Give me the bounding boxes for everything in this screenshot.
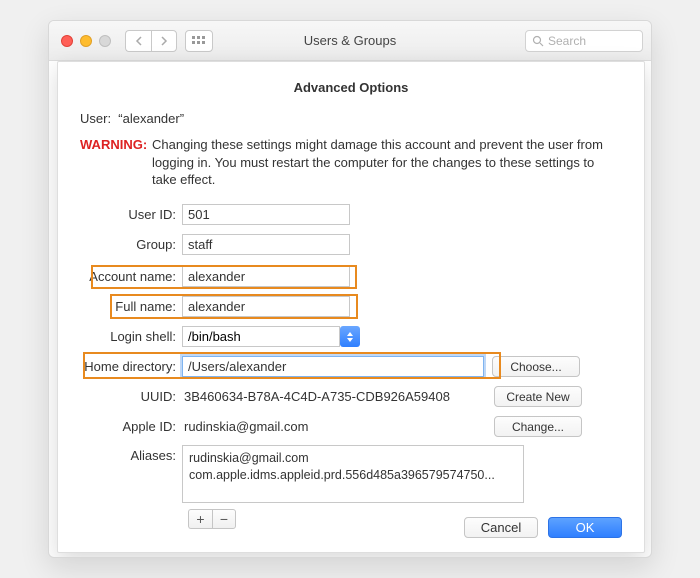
label-full-name: Full name: — [80, 299, 182, 314]
apple-id-value: rudinskia@gmail.com — [182, 419, 486, 434]
row-user-id: User ID: — [80, 203, 622, 227]
grid-icon — [192, 36, 206, 46]
warning-text: Changing these settings might damage thi… — [152, 136, 622, 189]
minimize-icon[interactable] — [80, 35, 92, 47]
row-group: Group: — [80, 233, 622, 257]
label-aliases: Aliases: — [80, 445, 182, 463]
sheet-title: Advanced Options — [80, 80, 622, 95]
label-apple-id: Apple ID: — [80, 419, 182, 434]
change-button[interactable]: Change... — [494, 416, 582, 437]
label-login-shell: Login shell: — [80, 329, 182, 344]
label-user-id: User ID: — [80, 207, 182, 222]
home-directory-input[interactable] — [182, 356, 484, 377]
uuid-value: 3B460634-B78A-4C4D-A735-CDB926A59408 — [182, 389, 486, 404]
chevron-left-icon — [135, 36, 143, 46]
label-uuid: UUID: — [80, 389, 182, 404]
row-full-name: Full name: — [80, 295, 622, 319]
alias-item-2[interactable]: com.apple.idms.appleid.prd.556d485a39657… — [189, 467, 517, 484]
form-area: User ID: Group: Account name: — [80, 203, 622, 529]
user-value: “alexander” — [118, 111, 184, 126]
footer-buttons: Cancel OK — [464, 517, 622, 538]
user-label: User: — [80, 111, 111, 126]
user-line: User: “alexander” — [80, 111, 622, 126]
label-home-directory: Home directory: — [80, 359, 182, 374]
row-account-name: Account name: — [80, 265, 622, 289]
row-apple-id: Apple ID: rudinskia@gmail.com Change... — [80, 415, 622, 439]
label-account-name: Account name: — [80, 269, 182, 284]
user-id-input[interactable] — [182, 204, 350, 225]
cancel-button[interactable]: Cancel — [464, 517, 538, 538]
maximize-icon — [99, 35, 111, 47]
remove-alias-button[interactable]: − — [212, 509, 236, 529]
row-aliases: Aliases: rudinskia@gmail.com com.apple.i… — [80, 445, 622, 503]
search-input[interactable]: Search — [525, 30, 643, 52]
nav-forward-button[interactable] — [151, 30, 177, 52]
choose-button[interactable]: Choose... — [492, 356, 580, 377]
login-shell-select[interactable] — [182, 326, 360, 347]
titlebar: Users & Groups Search — [49, 21, 651, 61]
search-placeholder: Search — [548, 34, 586, 48]
chevron-right-icon — [160, 36, 168, 46]
nav-buttons — [125, 30, 177, 52]
row-home-directory: Home directory: Choose... — [80, 355, 622, 379]
label-group: Group: — [80, 237, 182, 252]
account-name-input[interactable] — [182, 266, 350, 287]
show-all-button[interactable] — [185, 30, 213, 52]
alias-item-1[interactable]: rudinskia@gmail.com — [189, 450, 517, 467]
add-alias-button[interactable]: + — [188, 509, 212, 529]
dropdown-chevron-icon[interactable] — [340, 326, 360, 347]
close-icon[interactable] — [61, 35, 73, 47]
preferences-window: Users & Groups Search Advanced Options U… — [48, 20, 652, 558]
warning-block: WARNING: Changing these settings might d… — [80, 136, 622, 189]
group-input[interactable] — [182, 234, 350, 255]
full-name-input[interactable] — [182, 296, 350, 317]
traffic-lights — [61, 35, 111, 47]
ok-button[interactable]: OK — [548, 517, 622, 538]
aliases-list[interactable]: rudinskia@gmail.com com.apple.idms.apple… — [182, 445, 524, 503]
warning-label: WARNING: — [80, 136, 152, 189]
row-login-shell: Login shell: — [80, 325, 622, 349]
search-icon — [532, 35, 544, 47]
create-new-button[interactable]: Create New — [494, 386, 582, 407]
row-uuid: UUID: 3B460634-B78A-4C4D-A735-CDB926A594… — [80, 385, 622, 409]
advanced-options-sheet: Advanced Options User: “alexander” WARNI… — [57, 61, 645, 553]
nav-back-button[interactable] — [125, 30, 151, 52]
login-shell-input[interactable] — [182, 326, 340, 347]
